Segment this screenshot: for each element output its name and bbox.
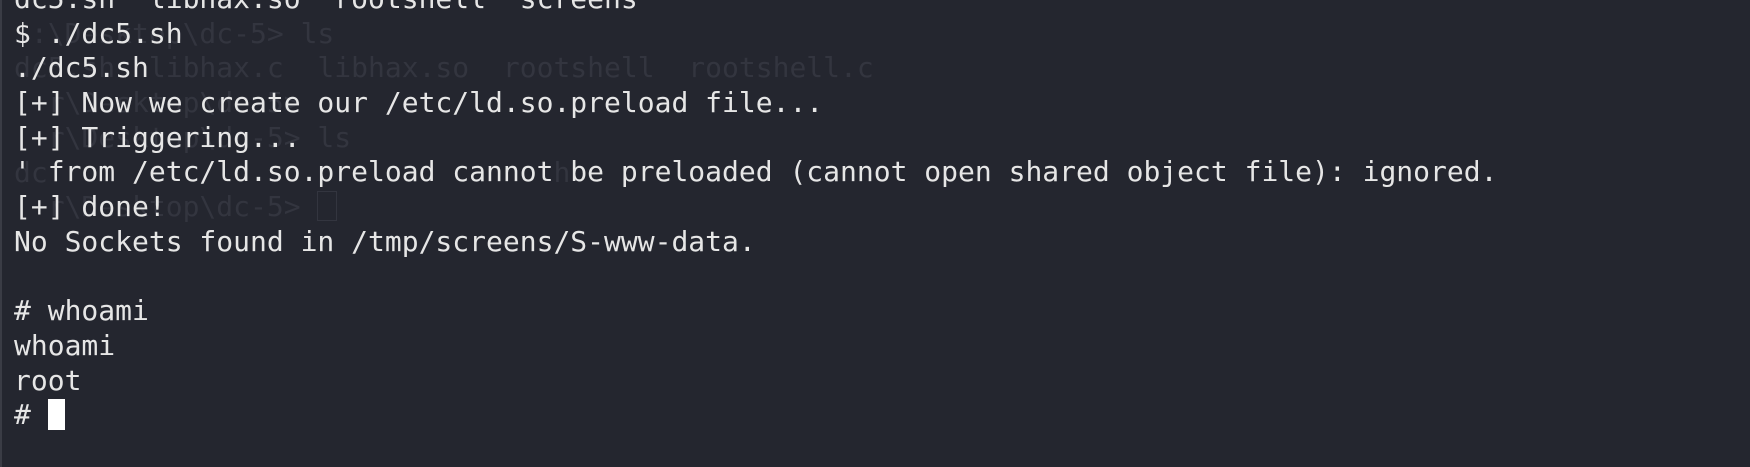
output-line: ' from /etc/ld.so.preload cannot be prel… <box>14 155 1498 189</box>
output-line: No Sockets found in /tmp/screens/S-www-d… <box>14 224 756 258</box>
output-line: [+] done! <box>14 190 166 224</box>
output-line: [+] Now we create our /etc/ld.so.preload… <box>14 86 824 120</box>
output-line: # whoami <box>14 294 149 328</box>
output-line: dc5.sh libhax.so rootshell screens <box>14 0 1497 17</box>
output-line: whoami <box>14 328 116 362</box>
text-cursor[interactable] <box>47 399 65 431</box>
terminal-output: dc5.sh libhax.so rootshell screens $ ./d… <box>14 0 1497 433</box>
output-line: ./dc5.sh <box>14 51 149 85</box>
output-line: root <box>14 363 82 397</box>
output-line: [+] Triggering... <box>14 120 301 154</box>
output-line: $ ./dc5.sh <box>14 16 183 50</box>
shell-prompt: # <box>14 398 48 432</box>
input-line[interactable]: # <box>14 398 1497 433</box>
terminal-window[interactable]: $:\Desktop\dc-5> ls dc5.sh libhax.c libh… <box>0 0 1750 467</box>
